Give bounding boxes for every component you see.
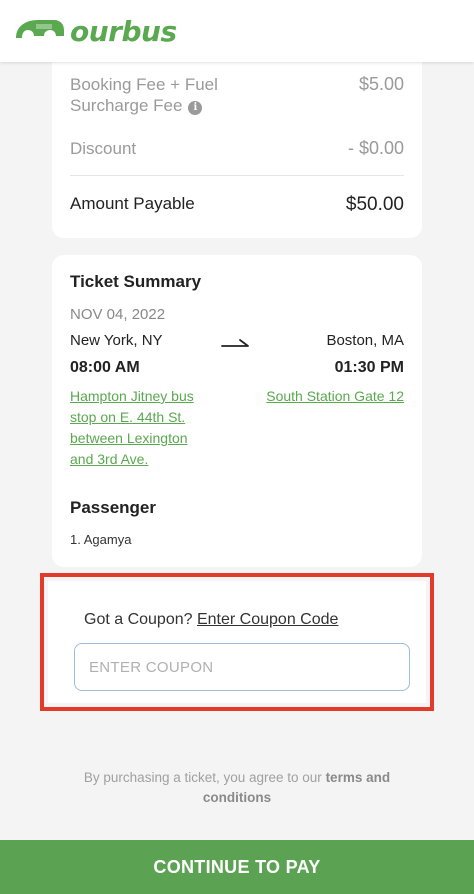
enter-coupon-code-link[interactable]: Enter Coupon Code [197,611,338,628]
terms-text: By purchasing a ticket, you agree to our [83,770,322,785]
booking-fee-label-line2: Surcharge Fee [70,96,183,115]
coupon-prompt-text: Got a Coupon? [84,611,193,628]
coupon-prompt: Got a Coupon? Enter Coupon Code [84,611,338,629]
bus-logo-icon [16,20,64,38]
booking-fee-label-line1: Booking Fee + Fuel [70,75,218,94]
fee-breakdown-card: Booking Fee + Fuel Surcharge Fee i $5.00 … [52,40,422,238]
arrival-time: 01:30 PM [334,359,404,376]
info-icon[interactable]: i [188,101,203,115]
booking-fee-value: $5.00 [358,74,404,94]
brand-name: ourbus [70,14,177,48]
coupon-input[interactable] [74,643,410,691]
trip-date: NOV 04, 2022 [70,306,166,323]
ticket-summary-title: Ticket Summary [70,272,202,291]
amount-payable-value: $50.00 [345,194,404,215]
destination-city: Boston, MA [326,332,404,349]
amount-payable-label: Amount Payable [70,194,195,213]
departure-time: 08:00 AM [70,359,140,376]
arrow-right-icon [221,339,249,347]
coupon-section: Got a Coupon? Enter Coupon Code [48,581,426,703]
terms-notice: By purchasing a ticket, you agree to our… [60,768,414,808]
discount-row: Discount - $0.00 [70,138,404,159]
ticket-summary-card: Ticket Summary NOV 04, 2022 New York, NY… [52,255,422,567]
passenger-title: Passenger [70,498,156,517]
booking-fee-row: Booking Fee + Fuel Surcharge Fee i $5.00 [70,74,404,116]
booking-fee-label: Booking Fee + Fuel Surcharge Fee i [70,74,218,116]
discount-value: - $0.00 [347,138,404,158]
discount-label: Discount [70,139,137,158]
coupon-section-highlight: Got a Coupon? Enter Coupon Code [40,573,434,711]
divider [70,175,404,176]
destination-stop-link[interactable]: South Station Gate 12 [266,386,404,407]
amount-payable-row: Amount Payable $50.00 [70,194,404,216]
passenger-item: 1. Agamya [70,532,132,547]
ourbus-logo[interactable]: ourbus [14,14,177,48]
app-header: ourbus [0,0,474,62]
origin-city: New York, NY [70,332,163,349]
continue-to-pay-button[interactable]: CONTINUE TO PAY [0,840,474,894]
origin-stop-link[interactable]: Hampton Jitney bus stop on E. 44th St. b… [70,386,210,470]
